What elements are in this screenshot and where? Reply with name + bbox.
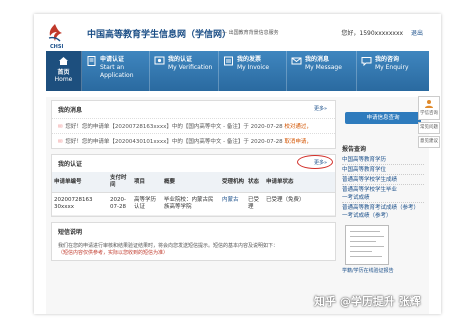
- nav-start-application[interactable]: 申请认证 Start an Application: [82, 51, 150, 91]
- certs-table: 申请单编号 支付时间 项目 概要 受理机构 状态 申请单状态 202007281…: [52, 172, 335, 216]
- watermark: 知乎 @学历提升 张辉: [314, 295, 421, 308]
- right-sidebar: 申请信息查询 报告查询 中国高等教育学历 中国高等教育学位 普通高等学校学生成绩…: [342, 100, 424, 274]
- site-title[interactable]: 中国高等教育学生信息网（学信网）: [87, 27, 231, 40]
- nav-label-zh: 我的发票: [237, 56, 262, 63]
- report-link[interactable]: 普通高等教育考试成绩（参考）: [342, 202, 424, 212]
- home-icon: [59, 57, 68, 65]
- logout-link[interactable]: 退出: [411, 30, 423, 37]
- invoice-icon: [224, 56, 233, 66]
- cell-order-status: 已受理（免费）: [264, 192, 335, 216]
- messages-more-link[interactable]: 更多»: [314, 105, 327, 112]
- nav-label-en: My Invoice: [237, 64, 270, 71]
- sms-warning: （短信内容仅供参考，实际以您收到的短信为准）: [58, 250, 169, 256]
- report-link[interactable]: 中国高等教育学历: [342, 156, 424, 164]
- highlight-circle: [297, 155, 333, 169]
- nav-my-verification[interactable]: 我的认证 My Verification: [150, 51, 219, 91]
- message-row[interactable]: ✉ 您好！您的申请单【20200728163xxxx】中的【国内高等中文 - 备…: [52, 118, 335, 133]
- unread-dot-icon: ✉: [58, 124, 63, 130]
- cell-status: 已受理: [246, 192, 264, 216]
- nav-my-invoice[interactable]: 我的发票 My Invoice: [219, 51, 287, 91]
- float-label: 学信咨询: [420, 111, 438, 116]
- sms-text: 我们在您的申请进行审核和结果验证结果时，将会向您发送短信提示。短信的基本内容及说…: [52, 240, 335, 260]
- nav-label-en: My Message: [305, 64, 342, 71]
- thumb-line: [350, 251, 372, 252]
- report-link[interactable]: 中国高等教育学位: [342, 164, 424, 174]
- cell-id: 20200728163 30xxxx: [52, 192, 108, 216]
- nav-label-zh: 我的咨询: [375, 56, 400, 63]
- nav-label-en: My Enquiry: [375, 64, 409, 71]
- cell-pay-time: 2020-07-28: [108, 192, 132, 216]
- thumb-line: [350, 246, 384, 247]
- table-row[interactable]: 20200728163 30xxxx 2020-07-28 高等学历认证 毕业院…: [52, 192, 335, 216]
- messages-title: 我的消息: [58, 107, 83, 114]
- report-caption[interactable]: 学籍/学历在线验证报告: [342, 267, 424, 274]
- nav-home-en: Home: [54, 76, 73, 83]
- content-area: 我的消息 更多» ✉ 您好！您的申请单【20200728163xxxx】中的【国…: [46, 97, 429, 314]
- message-action[interactable]: 取消申请，: [284, 139, 312, 145]
- nav-my-message[interactable]: 我的消息 My Message: [287, 51, 357, 91]
- nav-home[interactable]: 首页 Home: [46, 51, 82, 91]
- thumb-line: [350, 241, 376, 242]
- cell-summary: 毕业院校：内蒙古民族高等学院: [162, 192, 220, 216]
- apply-query-button[interactable]: 申请信息查询: [345, 112, 421, 124]
- nav-my-enquiry[interactable]: 我的咨询 My Enquiry: [357, 51, 429, 91]
- nav-label-en: Start an Application: [100, 64, 134, 79]
- user-area: 您好，1590xxxxxxxx 退出: [341, 28, 423, 37]
- main-nav: 首页 Home 申请认证 Start an Application 我的认证 My …: [46, 51, 429, 91]
- chsi-logo-icon: [48, 24, 62, 42]
- message-row[interactable]: ✉ 您好！您的申请单【20200430101xxxx】中的【国内高等中文 - 备…: [52, 133, 335, 148]
- site-header: CHSI 中国高等教育学生信息网（学信网） — 出国教育背景信息服务 您好，15…: [34, 14, 441, 51]
- col-header: 概要: [162, 172, 220, 193]
- mail-icon: [291, 57, 302, 65]
- certificate-icon: [154, 56, 165, 65]
- nav-label-en: My Verification: [168, 64, 213, 71]
- messages-panel: 我的消息 更多» ✉ 您好！您的申请单【20200728163xxxx】中的【国…: [51, 100, 336, 149]
- thumb-line: [350, 231, 380, 232]
- col-header: 项目: [132, 172, 162, 193]
- user-greeting: 您好，1590xxxxxxxx: [341, 30, 404, 37]
- message-text: 您好！您的申请单【20200728163xxxx】中的【国内高等中文 - 备注】…: [65, 124, 283, 130]
- certs-panel: 我的认证 更多» 申请单编号 支付时间 项目 概要 受理机构 状态 申请单状态: [51, 154, 336, 217]
- nav-label-zh: 我的认证: [168, 56, 193, 63]
- col-header: 申请单编号: [52, 172, 108, 193]
- report-thumbnail[interactable]: [345, 225, 389, 265]
- sms-description: 我们在您的申请进行审核和结果验证结果时，将会向您发送短信提示。短信的基本内容及说…: [58, 243, 279, 249]
- float-consult-button[interactable]: 学信咨询: [418, 96, 440, 120]
- nav-label-zh: 我的消息: [305, 56, 330, 63]
- chat-icon: [361, 57, 372, 66]
- nav-home-zh: 首页: [57, 69, 70, 76]
- cell-project: 高等学历认证: [132, 192, 162, 216]
- float-label: 意见建议: [420, 139, 438, 144]
- cell-agency[interactable]: 内蒙古: [220, 192, 246, 216]
- sms-title: 短信说明: [58, 229, 83, 236]
- certs-title: 我的认证: [58, 161, 83, 168]
- float-label: 常见问题: [420, 125, 438, 130]
- site-subtitle: — 出国教育背景信息服务: [222, 30, 279, 36]
- document-icon: [87, 56, 96, 66]
- sms-panel: 短信说明 我们在您的申请进行审核和结果验证结果时，将会向您发送短信提示。短信的基…: [51, 222, 336, 261]
- report-link[interactable]: 普通高等学校学生成绩: [342, 174, 424, 184]
- table-header-row: 申请单编号 支付时间 项目 概要 受理机构 状态 申请单状态: [52, 172, 335, 193]
- float-feedback-button[interactable]: 意见建议: [418, 136, 440, 148]
- logo-text: CHSI: [50, 44, 64, 50]
- col-header: 支付时间: [108, 172, 132, 193]
- float-faq-button[interactable]: 常见问题: [418, 122, 440, 134]
- report-link[interactable]: 一考试成绩: [342, 194, 424, 202]
- col-header: 申请单状态: [264, 172, 335, 193]
- floating-toolbar: 学信咨询 常见问题 意见建议: [418, 96, 441, 150]
- report-title: 报告查询: [342, 146, 367, 153]
- col-header: 受理机构: [220, 172, 246, 193]
- nav-label-zh: 申请认证: [100, 56, 125, 63]
- thumb-line: [350, 236, 384, 237]
- browser-frame: CHSI 中国高等教育学生信息网（学信网） — 出国教育背景信息服务 您好，15…: [34, 14, 441, 314]
- report-link[interactable]: 一考试成绩（参考）: [342, 212, 424, 220]
- person-icon: [425, 100, 433, 108]
- unread-dot-icon: ✉: [58, 139, 63, 145]
- thumb-line: [350, 256, 382, 257]
- col-header: 状态: [246, 172, 264, 193]
- main-column: 我的消息 更多» ✉ 您好！您的申请单【20200728163xxxx】中的【国…: [51, 100, 336, 266]
- message-text: 您好！您的申请单【20200430101xxxx】中的【国内高等中文 - 备注】…: [65, 139, 283, 145]
- message-action[interactable]: 校对通过，: [284, 124, 312, 130]
- report-link[interactable]: 普通高等学校学生毕业: [342, 184, 424, 194]
